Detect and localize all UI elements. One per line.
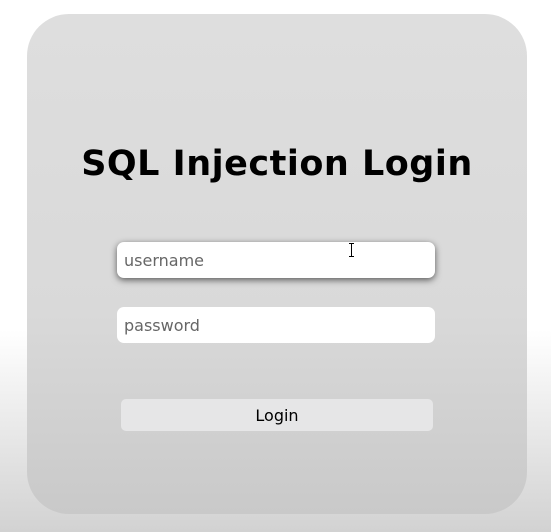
login-card: SQL Injection Login Login [27,14,527,514]
username-input[interactable] [117,242,435,278]
page-title: SQL Injection Login [81,144,473,184]
password-input[interactable] [117,307,435,343]
text-cursor-icon [349,243,354,257]
login-button[interactable]: Login [121,399,433,431]
